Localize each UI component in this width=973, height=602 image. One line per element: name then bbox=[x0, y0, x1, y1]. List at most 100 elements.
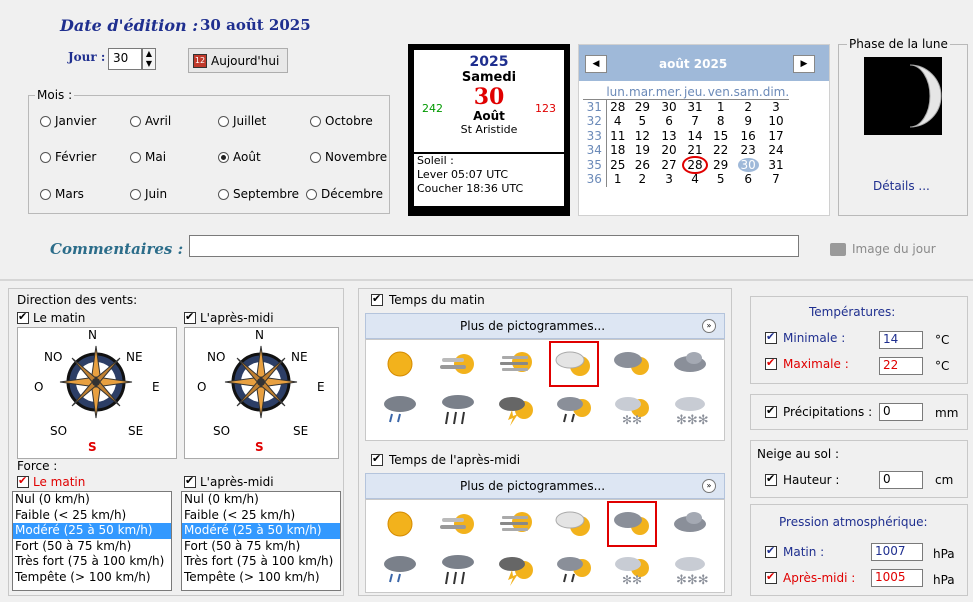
list-item[interactable]: Très fort (75 à 100 km/h) bbox=[13, 554, 171, 570]
force-afternoon-list[interactable]: Nul (0 km/h) Faible (< 25 km/h) Modéré (… bbox=[181, 491, 341, 591]
calendar-day[interactable]: 19 bbox=[629, 143, 656, 158]
compass-morning[interactable]: N NO NE O E SO SE S bbox=[17, 327, 177, 459]
list-item[interactable]: Fort (50 à 75 km/h) bbox=[182, 539, 340, 555]
calendar-day[interactable]: 5 bbox=[629, 114, 656, 129]
expand-icon[interactable]: » bbox=[702, 319, 716, 333]
day-input[interactable]: 30 bbox=[108, 48, 142, 70]
today-button[interactable]: 12 Aujourd'hui bbox=[188, 48, 288, 73]
precip-input[interactable]: 0 bbox=[879, 403, 923, 421]
calendar-day[interactable]: 3 bbox=[763, 100, 789, 114]
pressure-morning-checkbox[interactable] bbox=[765, 544, 777, 558]
calendar-day[interactable]: 27 bbox=[656, 158, 683, 173]
calendar-day[interactable]: 4 bbox=[606, 114, 629, 129]
temp-min-input[interactable]: 14 bbox=[879, 331, 923, 349]
afternoon-snow-icon[interactable]: ✻✻✻ bbox=[668, 550, 712, 590]
morning-storm-sun-icon[interactable] bbox=[494, 390, 538, 430]
list-item-selected[interactable]: Modéré (25 à 50 km/h) bbox=[182, 523, 340, 539]
calendar-day[interactable]: 13 bbox=[656, 129, 683, 144]
afternoon-cloud-icon[interactable] bbox=[668, 504, 712, 544]
calendar-day-today[interactable]: 28 bbox=[682, 155, 708, 174]
afternoon-sun-rain-icon[interactable] bbox=[552, 550, 596, 590]
wind-morning-checkbox[interactable] bbox=[17, 310, 29, 324]
afternoon-sun-icon[interactable] bbox=[378, 504, 422, 544]
calendar-day[interactable]: 29 bbox=[629, 100, 656, 114]
weather-grid-morning[interactable]: ✻✻ ✻✻✻ bbox=[365, 339, 725, 441]
month-radio-decembre[interactable]: Décembre bbox=[306, 187, 383, 201]
calendar-day[interactable]: 22 bbox=[708, 143, 734, 158]
snow-input[interactable]: 0 bbox=[879, 471, 923, 489]
calendar-day[interactable]: 18 bbox=[606, 143, 629, 158]
calendar-day[interactable]: 8 bbox=[708, 114, 734, 129]
weather-afternoon-checkbox[interactable] bbox=[371, 452, 383, 466]
more-pictos-morning[interactable]: Plus de pictogrammes... » bbox=[365, 313, 725, 339]
month-radio-septembre[interactable]: Septembre bbox=[218, 187, 299, 201]
calendar-day[interactable]: 25 bbox=[606, 158, 629, 173]
list-item[interactable]: Faible (< 25 km/h) bbox=[182, 508, 340, 524]
morning-snow-icon[interactable]: ✻✻✻ bbox=[668, 390, 712, 430]
calendar-day[interactable]: 5 bbox=[708, 172, 734, 187]
calendar[interactable]: ◀ août 2025 ▶ lun. mar. mer. jeu. ven. s… bbox=[578, 44, 830, 216]
calendar-day[interactable]: 2 bbox=[629, 172, 656, 187]
calendar-day[interactable]: 17 bbox=[763, 129, 789, 144]
calendar-day[interactable]: 14 bbox=[682, 129, 707, 144]
snow-checkbox[interactable] bbox=[765, 472, 777, 486]
calendar-day[interactable]: 3 bbox=[656, 172, 683, 187]
month-radio-juillet[interactable]: Juillet bbox=[218, 114, 266, 128]
list-item[interactable]: Tempête (> 100 km/h) bbox=[182, 570, 340, 586]
list-item[interactable]: Tempête (> 100 km/h) bbox=[13, 570, 171, 586]
calendar-day[interactable]: 31 bbox=[682, 100, 707, 114]
morning-cloud-sun-icon[interactable] bbox=[610, 344, 654, 384]
weather-afternoon-check[interactable]: Temps de l'après-midi bbox=[371, 452, 520, 467]
month-radio-novembre[interactable]: Novembre bbox=[310, 150, 387, 164]
calendar-day[interactable]: 16 bbox=[734, 129, 763, 144]
force-afternoon-checkbox[interactable] bbox=[184, 474, 196, 488]
temp-max-input[interactable]: 22 bbox=[879, 357, 923, 375]
pressure-afternoon-check[interactable]: Après-midi : bbox=[765, 570, 855, 585]
afternoon-sun-fog-icon[interactable] bbox=[494, 504, 538, 544]
calendar-grid[interactable]: lun. mar. mer. jeu. ven. sam. dim. 31 28 2… bbox=[583, 85, 790, 187]
more-pictos-afternoon[interactable]: Plus de pictogrammes... » bbox=[365, 473, 725, 499]
force-morning-check[interactable]: Le matin bbox=[17, 474, 85, 489]
afternoon-storm-sun-icon[interactable] bbox=[494, 550, 538, 590]
month-radio-juin[interactable]: Juin bbox=[130, 187, 167, 201]
morning-cloud-icon[interactable] bbox=[668, 344, 712, 384]
weather-morning-checkbox[interactable] bbox=[371, 292, 383, 306]
force-morning-checkbox[interactable] bbox=[17, 474, 29, 488]
expand-icon[interactable]: » bbox=[702, 479, 716, 493]
calendar-day-selected[interactable]: 30 bbox=[734, 157, 763, 173]
temp-max-check[interactable]: Maximale : bbox=[765, 356, 849, 371]
weather-grid-afternoon[interactable]: ✻✻ ✻✻✻ bbox=[365, 499, 725, 593]
calendar-day[interactable]: 7 bbox=[763, 172, 789, 187]
calendar-day[interactable]: 9 bbox=[734, 114, 763, 129]
image-of-day-button[interactable]: Image du jour bbox=[830, 242, 936, 256]
spin-up-icon[interactable]: ▲ bbox=[143, 49, 155, 59]
calendar-day[interactable]: 23 bbox=[734, 143, 763, 158]
month-radio-janvier[interactable]: Janvier bbox=[40, 114, 96, 128]
morning-sun-icon[interactable] bbox=[378, 344, 422, 384]
afternoon-cloud-sun-icon[interactable] bbox=[607, 501, 657, 547]
calendar-day[interactable]: 10 bbox=[763, 114, 789, 129]
list-item-selected[interactable]: Modéré (25 à 50 km/h) bbox=[13, 523, 171, 539]
month-radio-mars[interactable]: Mars bbox=[40, 187, 84, 201]
calendar-day[interactable]: 30 bbox=[656, 100, 683, 114]
morning-heavy-rain-icon[interactable] bbox=[436, 390, 480, 430]
temp-min-checkbox[interactable] bbox=[765, 330, 777, 344]
afternoon-rain-cloud-icon[interactable] bbox=[378, 550, 422, 590]
month-radio-avril[interactable]: Avril bbox=[130, 114, 171, 128]
calendar-next-button[interactable]: ▶ bbox=[793, 55, 815, 73]
morning-snow-sun-icon[interactable]: ✻✻ bbox=[610, 390, 654, 430]
moon-details-link[interactable]: Détails ... bbox=[873, 179, 930, 193]
compass-afternoon[interactable]: N NO NE O E SO SE S bbox=[184, 327, 339, 459]
wind-morning-check[interactable]: Le matin bbox=[17, 310, 85, 325]
calendar-day[interactable]: 12 bbox=[629, 129, 656, 144]
afternoon-sun-haze-icon[interactable] bbox=[436, 504, 480, 544]
month-radio-mai[interactable]: Mai bbox=[130, 150, 166, 164]
month-radio-octobre[interactable]: Octobre bbox=[310, 114, 373, 128]
calendar-day[interactable]: 1 bbox=[606, 172, 629, 187]
comments-input[interactable] bbox=[189, 235, 799, 257]
calendar-day[interactable]: 24 bbox=[763, 143, 789, 158]
precip-checkbox[interactable] bbox=[765, 404, 777, 418]
afternoon-snow-sun-icon[interactable]: ✻✻ bbox=[610, 550, 654, 590]
temp-max-checkbox[interactable] bbox=[765, 356, 777, 370]
pressure-afternoon-checkbox[interactable] bbox=[765, 570, 777, 584]
